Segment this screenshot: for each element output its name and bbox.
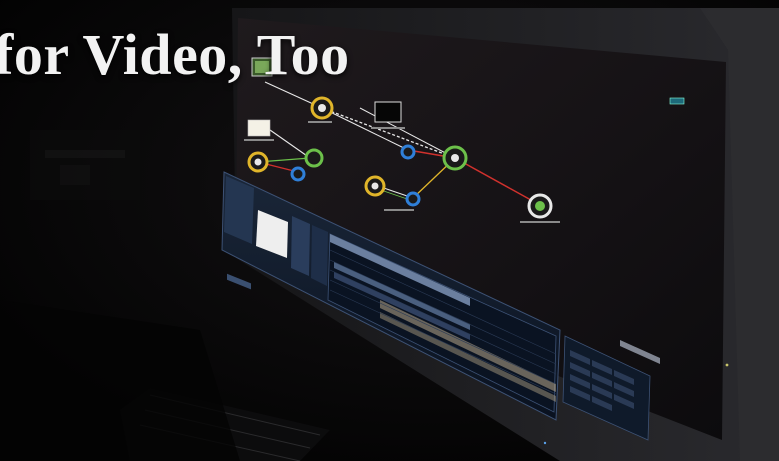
background-equipment (30, 130, 140, 200)
process-node-icon (310, 96, 334, 120)
headline: for Video, Too (0, 22, 350, 87)
